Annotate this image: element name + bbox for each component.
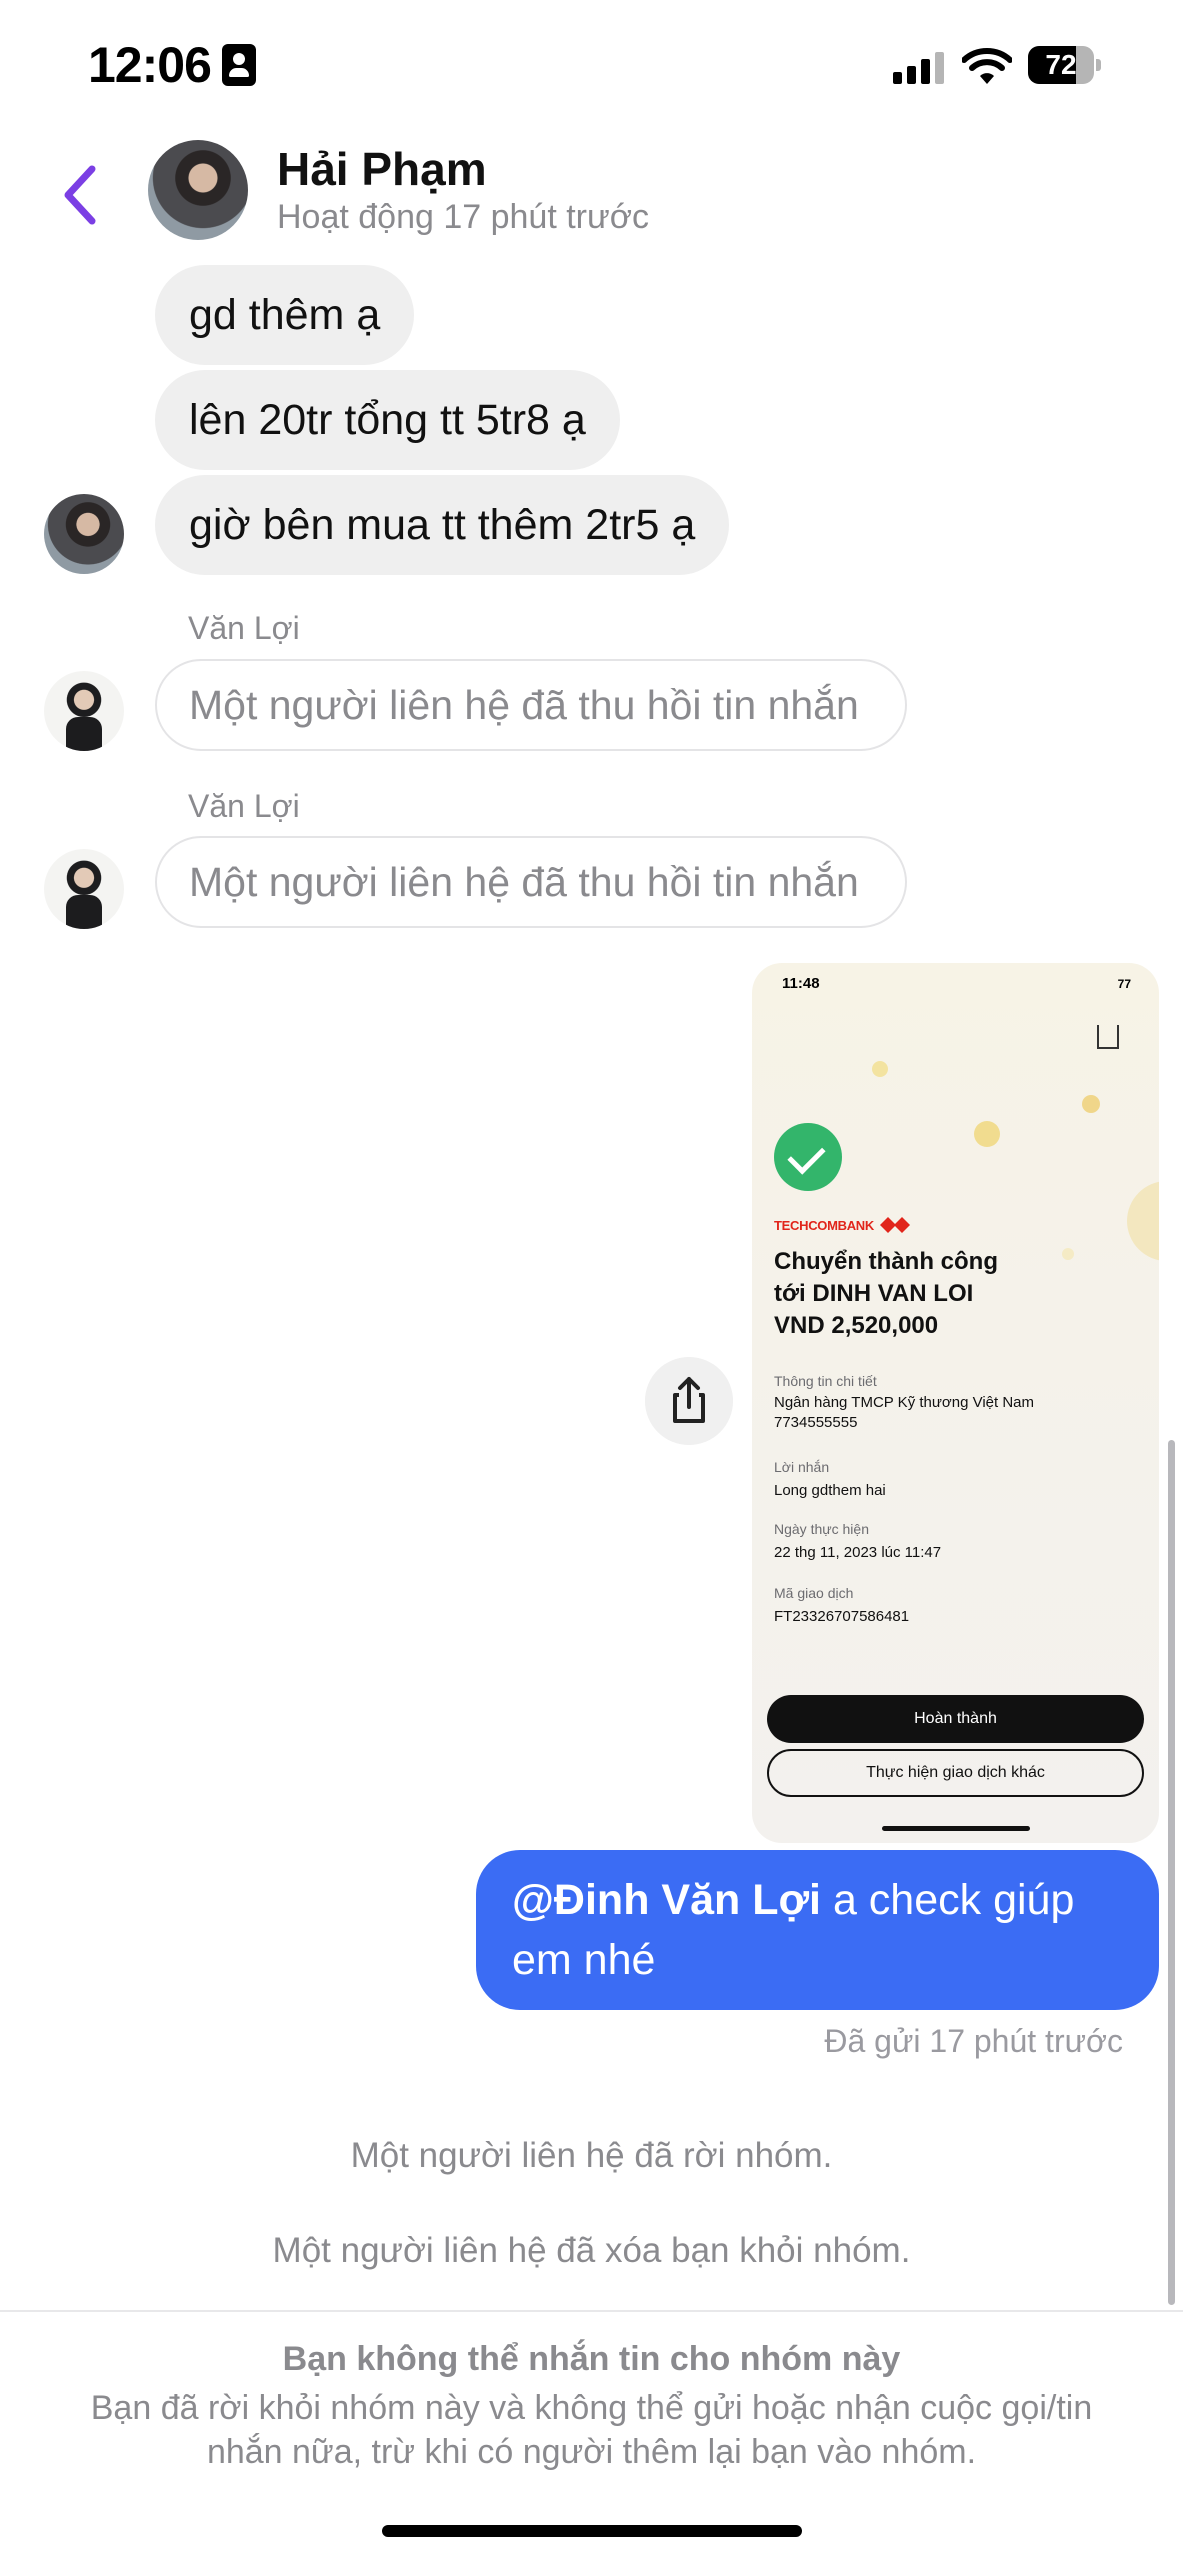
system-message: Một người liên hệ đã rời nhóm. xyxy=(350,2136,833,2175)
battery-icon: 72 xyxy=(1028,46,1101,84)
recalled-message: Một người liên hệ đã thu hồi tin nhắn xyxy=(155,836,907,928)
delivery-status: Đã gửi 17 phút trước xyxy=(824,2023,1123,2059)
details-account: 7734555555 xyxy=(774,1414,858,1431)
details-bank: Ngân hàng TMCP Kỹ thương Việt Nam xyxy=(774,1394,1035,1411)
code-value: FT23326707586481 xyxy=(774,1608,910,1625)
contact-avatar[interactable] xyxy=(148,140,248,240)
chat-header: Hải Phạm Hoạt động 17 phút trước xyxy=(0,130,1183,260)
sender-name: Văn Lợi xyxy=(188,788,300,824)
back-button[interactable] xyxy=(52,155,112,235)
date-value: 22 thg 11, 2023 lúc 11:47 xyxy=(774,1544,942,1561)
new-transaction-button: Thực hiện giao dịch khác xyxy=(767,1749,1144,1797)
bank-logo-icon xyxy=(880,1217,910,1233)
contact-name[interactable]: Hải Phạm xyxy=(277,142,487,196)
status-time: 12:06 xyxy=(88,37,212,93)
outgoing-message[interactable]: @Đinh Văn Lợi a check giúp em nhé xyxy=(476,1850,1159,2010)
mention[interactable]: @Đinh Văn Lợi xyxy=(512,1876,821,1924)
recalled-message: Một người liên hệ đã thu hồi tin nhắn xyxy=(155,659,907,751)
screenshot-home-indicator xyxy=(882,1826,1030,1831)
system-message: Một người liên hệ đã xóa bạn khỏi nhóm. xyxy=(272,2231,911,2270)
incoming-message[interactable]: gd thêm ạ xyxy=(155,265,415,365)
notice-body: Bạn đã rời khỏi nhóm này và không thể gử… xyxy=(90,2389,1093,2471)
contact-card-icon xyxy=(222,44,256,86)
message-value: Long gdthem hai xyxy=(774,1482,886,1499)
share-icon xyxy=(1097,1025,1119,1049)
screenshot-time: 11:48 xyxy=(782,975,820,992)
notice-heading: Bạn không thể nhắn tin cho nhóm này xyxy=(282,2340,901,2378)
home-indicator[interactable] xyxy=(382,2525,802,2537)
status-bar: 12:06 72 xyxy=(0,0,1183,130)
code-label: Mã giao dịch xyxy=(774,1585,854,1601)
bank-logo: TECHCOMBANK xyxy=(774,1218,874,1233)
shared-image[interactable]: 11:48 77 TECHCOMBANK Chuyển thành công t… xyxy=(752,963,1159,1843)
sender-avatar[interactable] xyxy=(44,494,124,574)
incoming-message[interactable]: lên 20tr tổng tt 5tr8 ạ xyxy=(155,370,620,470)
transfer-title: Chuyển thành công tới DINH VAN LOI VND 2… xyxy=(774,1248,998,1339)
cellular-signal-icon xyxy=(893,52,945,84)
activity-status: Hoạt động 17 phút trước xyxy=(277,198,650,236)
sender-avatar[interactable] xyxy=(44,671,124,751)
complete-button: Hoàn thành xyxy=(767,1695,1144,1743)
date-label: Ngày thực hiện xyxy=(774,1521,869,1537)
battery-percent: 72 xyxy=(1045,49,1077,80)
wifi-icon xyxy=(962,48,1012,84)
incoming-message[interactable]: giờ bên mua tt thêm 2tr5 ạ xyxy=(155,475,730,575)
check-icon xyxy=(774,1123,842,1191)
sender-name: Văn Lợi xyxy=(188,610,300,646)
share-button[interactable] xyxy=(645,1357,733,1445)
details-label: Thông tin chi tiết xyxy=(774,1373,877,1389)
sender-avatar[interactable] xyxy=(44,849,124,929)
scrollbar[interactable] xyxy=(1168,1440,1175,2305)
message-label: Lời nhắn xyxy=(774,1459,830,1475)
screenshot-battery: 77 xyxy=(1117,977,1131,991)
group-restriction-notice: Bạn không thể nhắn tin cho nhóm này Bạn … xyxy=(0,2310,1183,2560)
